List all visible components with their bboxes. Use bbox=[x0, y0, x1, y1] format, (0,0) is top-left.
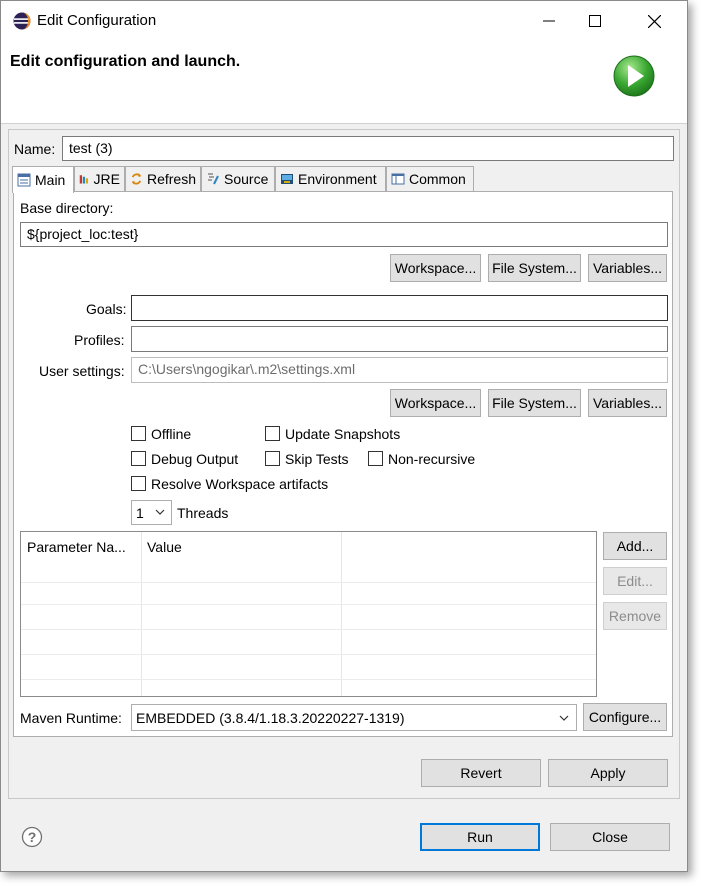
tab-main[interactable]: Main bbox=[12, 166, 74, 193]
tab-source-label: Source bbox=[224, 171, 269, 187]
tab-environment[interactable]: Environment bbox=[275, 166, 386, 191]
non-recursive-checkbox[interactable] bbox=[368, 451, 383, 466]
skip-tests-label: Skip Tests bbox=[285, 451, 349, 467]
workspace-button[interactable]: Workspace... bbox=[390, 254, 481, 282]
tab-jre[interactable]: JRE bbox=[74, 166, 125, 191]
svg-text:?: ? bbox=[28, 829, 37, 845]
banner-heading: Edit configuration and launch. bbox=[10, 53, 241, 70]
profiles-input[interactable] bbox=[131, 326, 668, 352]
tab-main-label: Main bbox=[35, 172, 66, 188]
base-directory-input[interactable]: ${project_loc:test} bbox=[20, 222, 668, 247]
non-recursive-label: Non-recursive bbox=[388, 451, 476, 467]
window-title: Edit Configuration bbox=[37, 12, 157, 29]
main-tab-icon bbox=[17, 173, 31, 187]
tab-environment-label: Environment bbox=[298, 171, 377, 187]
tab-refresh[interactable]: Refresh bbox=[125, 166, 201, 191]
revert-button[interactable]: Revert bbox=[421, 759, 541, 787]
threads-label: Threads bbox=[177, 505, 229, 521]
goals-input[interactable] bbox=[131, 295, 668, 321]
parameter-name-header[interactable]: Parameter Na... bbox=[21, 532, 141, 562]
value-header[interactable]: Value bbox=[141, 532, 341, 562]
maximize-icon bbox=[589, 15, 601, 27]
threads-value: 1 bbox=[136, 504, 144, 521]
user-settings-input[interactable]: C:\Users\ngogikar\.m2\settings.xml bbox=[131, 357, 668, 383]
run-icon bbox=[613, 55, 655, 97]
file-system-button-2[interactable]: File System... bbox=[488, 389, 581, 417]
workspace-button-2[interactable]: Workspace... bbox=[390, 389, 481, 417]
resolve-workspace-label: Resolve Workspace artifacts bbox=[151, 476, 329, 492]
jre-icon bbox=[79, 175, 89, 184]
parameters-table[interactable]: Parameter Na... Value bbox=[20, 531, 597, 697]
tab-common[interactable]: Common bbox=[386, 166, 474, 191]
tab-jre-label: JRE bbox=[93, 171, 120, 187]
help-icon[interactable]: ? bbox=[21, 826, 43, 848]
chevron-down-icon bbox=[155, 509, 165, 515]
update-snapshots-checkbox[interactable] bbox=[265, 426, 280, 441]
source-icon bbox=[208, 173, 219, 185]
close-icon bbox=[647, 14, 661, 28]
tab-refresh-label: Refresh bbox=[146, 171, 196, 187]
refresh-icon bbox=[131, 173, 142, 185]
chevron-down-icon bbox=[559, 715, 569, 721]
user-settings-label: User settings: bbox=[39, 363, 125, 379]
environment-icon bbox=[281, 174, 293, 184]
dialog-banner: Edit configuration and launch. bbox=[1, 41, 687, 124]
configure-button[interactable]: Configure... bbox=[583, 703, 667, 731]
close-window-button[interactable] bbox=[631, 7, 677, 35]
offline-label: Offline bbox=[151, 426, 192, 442]
close-button[interactable]: Close bbox=[550, 823, 670, 851]
maven-runtime-label: Maven Runtime: bbox=[20, 710, 122, 726]
minimize-icon bbox=[543, 20, 555, 22]
add-button[interactable]: Add... bbox=[603, 532, 667, 560]
skip-tests-checkbox[interactable] bbox=[265, 451, 280, 466]
resolve-workspace-checkbox[interactable] bbox=[131, 476, 146, 491]
base-directory-label: Base directory: bbox=[20, 200, 114, 216]
remove-button[interactable]: Remove bbox=[603, 602, 667, 630]
threads-select[interactable]: 1 bbox=[131, 500, 172, 525]
file-system-button[interactable]: File System... bbox=[488, 254, 581, 282]
name-input[interactable]: test (3) bbox=[62, 136, 674, 161]
edit-button[interactable]: Edit... bbox=[603, 567, 667, 595]
eclipse-icon bbox=[13, 12, 31, 30]
tab-common-label: Common bbox=[409, 171, 466, 187]
debug-output-checkbox[interactable] bbox=[131, 451, 146, 466]
edit-configuration-dialog: Edit Configuration Edit configuration an… bbox=[0, 0, 688, 872]
goals-label: Goals: bbox=[86, 301, 127, 317]
tab-source[interactable]: Source bbox=[201, 166, 275, 191]
offline-checkbox[interactable] bbox=[131, 426, 146, 441]
maven-runtime-value: EMBEDDED (3.8.4/1.18.3.20220227-1319) bbox=[136, 709, 405, 726]
title-bar: Edit Configuration bbox=[1, 1, 687, 41]
run-button[interactable]: Run bbox=[420, 823, 540, 851]
variables-button[interactable]: Variables... bbox=[588, 254, 667, 282]
name-label: Name: bbox=[14, 141, 56, 157]
common-icon bbox=[391, 173, 405, 185]
variables-button-2[interactable]: Variables... bbox=[588, 389, 667, 417]
debug-output-label: Debug Output bbox=[151, 451, 239, 467]
apply-button[interactable]: Apply bbox=[548, 759, 668, 787]
update-snapshots-label: Update Snapshots bbox=[285, 426, 401, 442]
maximize-button[interactable] bbox=[572, 7, 618, 35]
maven-runtime-select[interactable]: EMBEDDED (3.8.4/1.18.3.20220227-1319) bbox=[131, 704, 577, 731]
minimize-button[interactable] bbox=[526, 7, 572, 35]
profiles-label: Profiles: bbox=[74, 332, 125, 348]
